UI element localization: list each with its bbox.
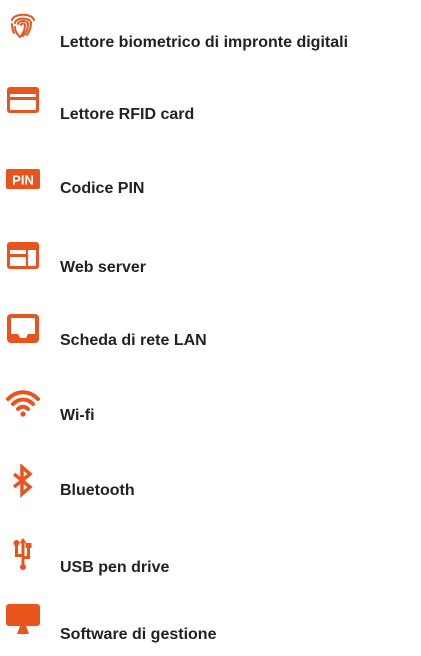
pin-icon: PIN [6, 164, 40, 198]
monitor-icon [6, 604, 40, 638]
pin-icon-text: PIN [12, 173, 34, 188]
feature-list: Lettore biometrico di impronte digitali … [0, 0, 421, 651]
usb-icon [6, 537, 40, 571]
list-item: Scheda di rete LAN [0, 314, 421, 362]
list-item: Lettore RFID card [0, 87, 421, 132]
list-item: Software di gestione [0, 604, 421, 656]
feature-label: Lettore RFID card [60, 106, 195, 123]
bluetooth-icon [6, 464, 40, 498]
list-item: Web server [0, 242, 421, 285]
list-item: Wi-fi [0, 390, 421, 435]
feature-label: Lettore biometrico di impronte digitali [60, 34, 349, 51]
feature-label: Web server [60, 259, 146, 276]
list-item: USB pen drive [0, 538, 421, 587]
list-item: PIN Codice PIN [0, 169, 421, 210]
browser-window-icon [6, 239, 40, 273]
credit-card-icon [6, 84, 40, 118]
list-item: Lettore biometrico di impronte digitali [0, 13, 421, 62]
feature-label: USB pen drive [60, 559, 170, 576]
inbox-tray-icon [6, 312, 40, 346]
fingerprint-icon [6, 8, 40, 42]
feature-label: Software di gestione [60, 626, 217, 643]
list-item: Bluetooth [0, 464, 421, 510]
feature-label: Codice PIN [60, 180, 145, 197]
feature-label: Wi-fi [60, 407, 95, 424]
wifi-icon [6, 387, 40, 421]
feature-label: Bluetooth [60, 482, 135, 499]
feature-label: Scheda di rete LAN [60, 332, 207, 349]
